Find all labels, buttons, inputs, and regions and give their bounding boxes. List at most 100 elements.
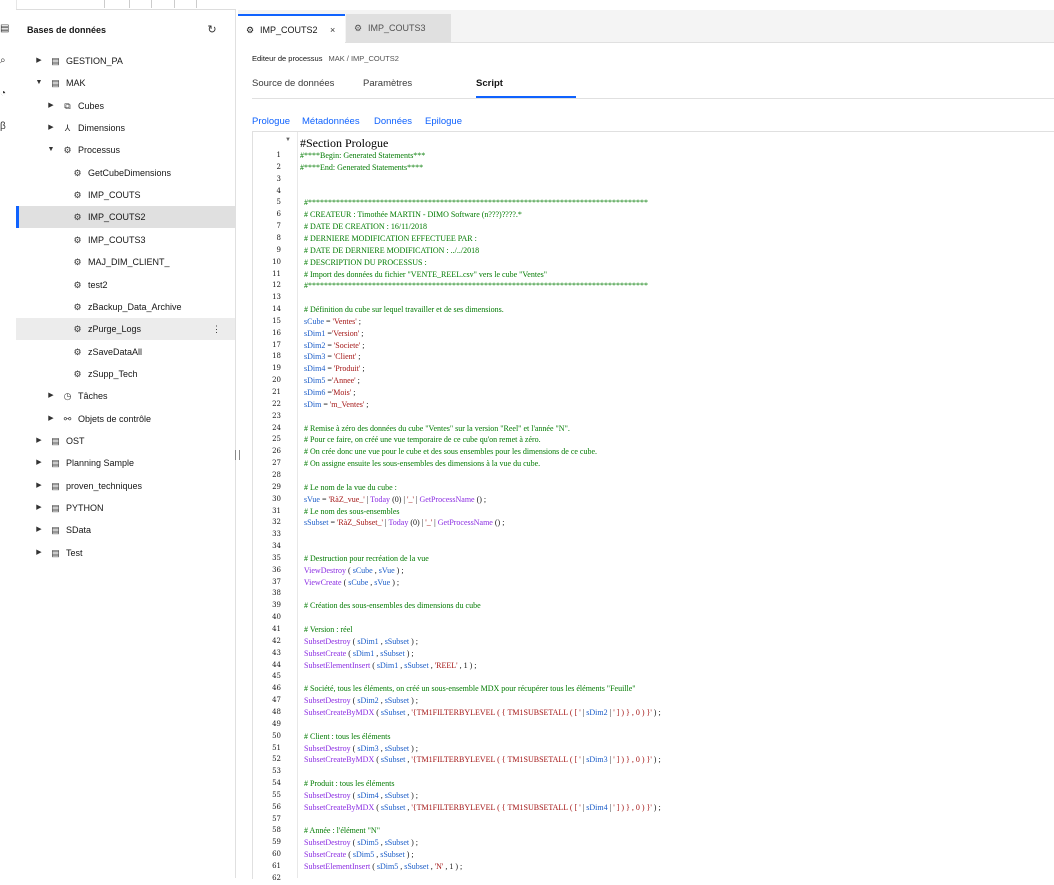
- tree-item[interactable]: ▶ ▤ SData: [16, 519, 235, 541]
- code-line[interactable]: SubsetElementInsert ( sDim5 , sSubset , …: [300, 861, 462, 873]
- code-line[interactable]: sSubset = 'RàZ_Subset_' | Today (0) | '_…: [300, 517, 504, 529]
- code-line[interactable]: # On crée donc une vue pour le cube et d…: [300, 446, 597, 458]
- close-icon[interactable]: ×: [330, 24, 335, 36]
- tree-item[interactable]: ▶ ▤ PYTHON: [16, 497, 235, 519]
- code-line[interactable]: SubsetDestroy ( sDim3 , sSubset ) ;: [300, 743, 418, 755]
- chevron-right-icon[interactable]: ▶: [46, 390, 56, 402]
- chevron-right-icon[interactable]: ▶: [34, 457, 44, 469]
- chevron-right-icon[interactable]: ▶: [46, 100, 56, 112]
- code-line[interactable]: SubsetDestroy ( sDim1 , sSubset ) ;: [300, 636, 418, 648]
- code-line[interactable]: # DATE DE CREATION : 16/11/2018: [300, 221, 427, 233]
- subtab-parameters[interactable]: Paramètres: [363, 78, 412, 89]
- code-line[interactable]: ViewDestroy ( sCube , sVue ) ;: [300, 565, 404, 577]
- chevron-right-icon[interactable]: ▶: [34, 524, 44, 536]
- code-line[interactable]: sDim = 'm_Ventes' ;: [300, 399, 369, 411]
- code-line[interactable]: sDim6 ='Mois' ;: [300, 387, 355, 399]
- tree-item[interactable]: ⚙ zBackup_Data_Archive: [16, 296, 235, 318]
- code-line[interactable]: #****Begin: Generated Statements***: [300, 150, 425, 162]
- chevron-right-icon[interactable]: ▶: [34, 435, 44, 447]
- code-line[interactable]: #***************************************…: [300, 280, 648, 292]
- database-icon[interactable]: ▤: [0, 24, 10, 34]
- code-line[interactable]: sDim5 ='Annee' ;: [300, 375, 360, 387]
- code-line[interactable]: #****End: Generated Statements****: [300, 162, 423, 174]
- splitter-handle[interactable]: [235, 450, 240, 460]
- refresh-icon[interactable]: ↻: [206, 24, 218, 36]
- code-line[interactable]: ViewCreate ( sCube , sVue ) ;: [300, 577, 399, 589]
- tree-item[interactable]: ▶ ▤ OST: [16, 430, 235, 452]
- tree-item[interactable]: ▶ ▤ Planning Sample: [16, 452, 235, 474]
- code-line[interactable]: sDim2 = 'Societe' ;: [300, 340, 365, 352]
- code-line[interactable]: SubsetCreateByMDX ( sSubset , '{TM1FILTE…: [300, 754, 661, 766]
- overflow-menu-icon[interactable]: ⋮: [212, 323, 221, 335]
- tree-item[interactable]: ⚙ test2: [16, 274, 235, 296]
- tree-item[interactable]: ▶ ◷ Tâches: [16, 385, 235, 407]
- chevron-right-icon[interactable]: ▶: [46, 122, 56, 134]
- search-icon[interactable]: ⌕: [0, 56, 10, 66]
- code-line[interactable]: # DERNIERE MODIFICATION EFFECTUEE PAR :: [300, 233, 477, 245]
- tree-item[interactable]: ▶ ▤ Test: [16, 542, 235, 564]
- code-line[interactable]: # Import des données du fichier "VENTE_R…: [300, 269, 547, 281]
- code-line[interactable]: # Année : l'élément "N": [300, 825, 380, 837]
- tab-imp-couts3[interactable]: ⚙ IMP_COUTS3: [346, 14, 451, 42]
- fold-toggle-icon[interactable]: ▼: [285, 137, 291, 143]
- code-line[interactable]: # Remise à zéro des données du cube "Ven…: [300, 423, 570, 435]
- code-line[interactable]: SubsetDestroy ( sDim4 , sSubset ) ;: [300, 790, 418, 802]
- tree-item[interactable]: ⚙ IMP_COUTS: [16, 184, 235, 206]
- code-line[interactable]: SubsetCreateByMDX ( sSubset , '{TM1FILTE…: [300, 802, 661, 814]
- code-line[interactable]: sDim1 ='Version' ;: [300, 328, 363, 340]
- tree-item[interactable]: ⚙ zPurge_Logs ⋮: [16, 318, 235, 341]
- code-line[interactable]: # Destruction pour recréation de la vue: [300, 553, 429, 565]
- code-line[interactable]: # Société, tous les éléments, on créé un…: [300, 683, 636, 695]
- tree-item[interactable]: ⚙ GetCubeDimensions: [16, 162, 235, 184]
- settings-icon[interactable]: β: [0, 122, 10, 132]
- chevron-right-icon[interactable]: ▶: [34, 502, 44, 514]
- code-line[interactable]: sCube = 'Ventes' ;: [300, 316, 361, 328]
- code-line[interactable]: # Pour ce faire, on créé une vue tempora…: [300, 434, 541, 446]
- tree-item[interactable]: ⚙ MAJ_DIM_CLIENT_: [16, 251, 235, 273]
- code-line[interactable]: # DESCRIPTION DU PROCESSUS :: [300, 257, 427, 269]
- chevron-down-icon[interactable]: ▼: [46, 144, 56, 156]
- code-line[interactable]: SubsetElementInsert ( sDim1 , sSubset , …: [300, 660, 476, 672]
- code-line[interactable]: sVue = 'RàZ_vue_' | Today (0) | '_' | Ge…: [300, 494, 486, 506]
- code-line[interactable]: SubsetDestroy ( sDim5 , sSubset ) ;: [300, 837, 418, 849]
- code-line[interactable]: # Le nom des sous-ensembles: [300, 506, 400, 518]
- tab-imp-couts2[interactable]: ⚙ IMP_COUTS2 ×: [238, 14, 345, 45]
- subtab-source[interactable]: Source de données: [252, 78, 334, 89]
- code-line[interactable]: #***************************************…: [300, 197, 648, 209]
- tree-item[interactable]: ⚙ zSaveDataAll: [16, 341, 235, 363]
- tree-item[interactable]: ⚙ zSupp_Tech: [16, 363, 235, 385]
- tree-item[interactable]: ▶ ▤ proven_techniques: [16, 475, 235, 497]
- tree-item[interactable]: ▶ ⧉ Cubes: [16, 95, 235, 117]
- history-icon[interactable]: ◔: [0, 89, 10, 99]
- code-line[interactable]: # Produit : tous les éléments: [300, 778, 394, 790]
- code-line[interactable]: SubsetDestroy ( sDim2 , sSubset ) ;: [300, 695, 418, 707]
- code-line[interactable]: # Client : tous les éléments: [300, 731, 390, 743]
- section-link-epilogue[interactable]: Epilogue: [425, 116, 462, 127]
- section-link-metadata[interactable]: Métadonnées: [302, 116, 360, 127]
- code-line[interactable]: # DATE DE DERNIERE MODIFICATION : ../../…: [300, 245, 479, 257]
- tree-item[interactable]: ⚙ IMP_COUTS2: [16, 206, 235, 229]
- code-line[interactable]: # Le nom de la vue du cube :: [300, 482, 397, 494]
- code-line[interactable]: sDim3 = 'Client' ;: [300, 351, 361, 363]
- code-line[interactable]: # Version : réel: [300, 624, 353, 636]
- tree-item[interactable]: ▶ ⅄ Dimensions: [16, 117, 235, 139]
- tree-item[interactable]: ▼ ⚙ Processus: [16, 139, 235, 161]
- code-line[interactable]: sDim4 = 'Produit' ;: [300, 363, 365, 375]
- code-line[interactable]: SubsetCreate ( sDim5 , sSubset ) ;: [300, 849, 414, 861]
- tree-item[interactable]: ▶ ⚯ Objets de contrôle: [16, 408, 235, 430]
- chevron-right-icon[interactable]: ▶: [34, 480, 44, 492]
- code-line[interactable]: SubsetCreate ( sDim1 , sSubset ) ;: [300, 648, 414, 660]
- chevron-right-icon[interactable]: ▶: [34, 55, 44, 67]
- chevron-right-icon[interactable]: ▶: [34, 547, 44, 559]
- code-line[interactable]: # CREATEUR : Timothée MARTIN - DIMO Soft…: [300, 209, 522, 221]
- code-line[interactable]: # On assigne ensuite les sous-ensembles …: [300, 458, 540, 470]
- chevron-right-icon[interactable]: ▶: [46, 413, 56, 425]
- section-link-prologue[interactable]: Prologue: [252, 116, 290, 127]
- tree-item[interactable]: ▶ ▤ GESTION_PA: [16, 50, 235, 72]
- code-line[interactable]: # Définition du cube sur lequel travaill…: [300, 304, 504, 316]
- chevron-down-icon[interactable]: ▼: [34, 77, 44, 89]
- section-link-data[interactable]: Données: [374, 116, 412, 127]
- tree-item[interactable]: ⚙ IMP_COUTS3: [16, 229, 235, 251]
- subtab-script[interactable]: Script: [476, 78, 503, 89]
- code-line[interactable]: SubsetCreateByMDX ( sSubset , '{TM1FILTE…: [300, 707, 661, 719]
